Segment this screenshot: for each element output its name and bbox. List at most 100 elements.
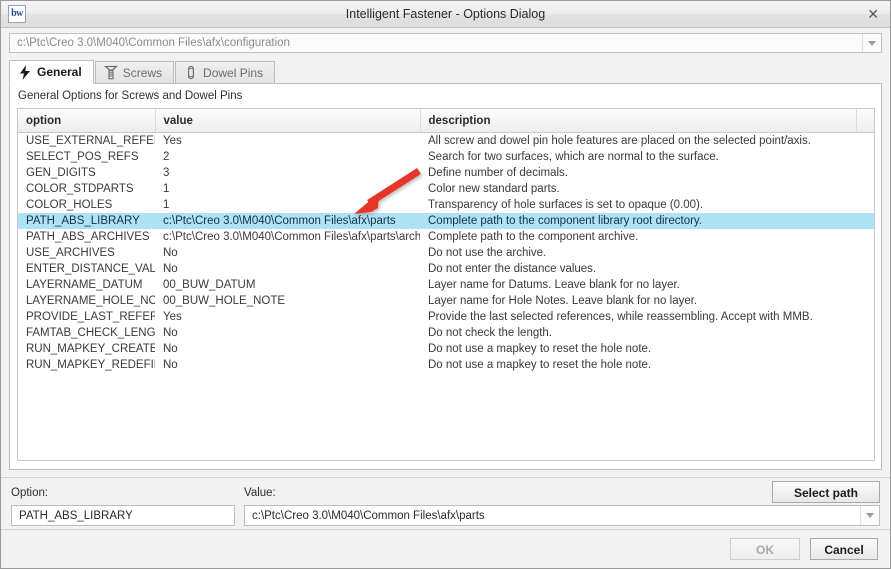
- cell-description: Layer name for Hole Notes. Leave blank f…: [428, 295, 698, 307]
- cell-option: GEN_DIGITS: [26, 167, 96, 179]
- cell-spacer: [856, 181, 874, 197]
- close-icon[interactable]: ✕: [867, 7, 879, 21]
- cell-description: Complete path to the component library r…: [420, 213, 856, 229]
- cell-description: All screw and dowel pin hole features ar…: [428, 135, 811, 147]
- options-table-container: option value description USE_EXTERNAL_RE…: [17, 108, 875, 461]
- select-path-button[interactable]: Select path: [772, 481, 880, 503]
- table-row[interactable]: PATH_ABS_ARCHIVES c:\Ptc\Creo 3.0\M040\Co…: [18, 229, 874, 245]
- cell-value: c:\Ptc\Creo 3.0\M040\Common Files\afx\pa…: [155, 213, 420, 229]
- cell-value: 2: [163, 151, 170, 163]
- cell-description: Provide the last selected references, wh…: [428, 311, 813, 323]
- column-header-spacer: [856, 109, 874, 133]
- tab-bar: General Screws Dowel Pins: [9, 59, 882, 84]
- tab-dowel-pins-label: Dowel Pins: [203, 65, 264, 80]
- column-header-description[interactable]: description: [420, 109, 857, 133]
- cell-spacer: [856, 213, 874, 229]
- table-header-row: option value description: [18, 109, 874, 133]
- cell-spacer: [856, 293, 874, 309]
- chevron-down-icon[interactable]: [862, 34, 881, 52]
- cell-value: No: [163, 263, 178, 275]
- cell-spacer: [856, 229, 874, 245]
- cell-spacer: [856, 149, 874, 165]
- cell-option: COLOR_STDPARTS: [26, 183, 134, 195]
- option-name-value: PATH_ABS_LIBRARY: [19, 509, 133, 522]
- cell-option: SELECT_POS_REFS: [26, 151, 139, 163]
- dialog-footer: OK Cancel: [1, 529, 890, 568]
- table-row[interactable]: GEN_DIGITS 3 Define number of decimals.: [18, 165, 874, 181]
- option-name-input[interactable]: PATH_ABS_LIBRARY: [11, 505, 235, 526]
- cell-description: Define number of decimals.: [428, 167, 568, 179]
- cancel-button[interactable]: Cancel: [810, 538, 878, 560]
- cell-description: Transparency of hole surfaces is set to …: [428, 199, 704, 211]
- cell-description: Color new standard parts.: [428, 183, 560, 195]
- table-row[interactable]: RUN_MAPKEY_CREATE No Do not use a mapkey t…: [18, 341, 874, 357]
- cell-value: c:\Ptc\Creo 3.0\M040\Common Files\afx\pa…: [163, 231, 420, 243]
- configuration-path-combo[interactable]: c:\Ptc\Creo 3.0\M040\Common Files\afx\co…: [9, 33, 882, 53]
- screw-icon: [103, 65, 118, 80]
- lightning-bolt-icon: [18, 64, 32, 80]
- form-field-row: PATH_ABS_LIBRARY c:\Ptc\Creo 3.0\M040\Co…: [11, 505, 880, 526]
- cell-spacer: [856, 197, 874, 213]
- cell-value: Yes: [163, 311, 182, 323]
- tab-general[interactable]: General: [9, 60, 94, 84]
- path-bar-container: c:\Ptc\Creo 3.0\M040\Common Files\afx\co…: [1, 28, 890, 56]
- window-title: Intelligent Fastener - Options Dialog: [345, 7, 546, 21]
- cell-description: Do not enter the distance values.: [428, 263, 597, 275]
- dowel-pin-icon: [184, 65, 198, 80]
- cell-spacer: [856, 309, 874, 325]
- tab-general-label: General: [37, 65, 82, 79]
- option-value-combo[interactable]: c:\Ptc\Creo 3.0\M040\Common Files\afx\pa…: [244, 505, 880, 526]
- table-row[interactable]: USE_ARCHIVES No Do not use the archive.: [18, 245, 874, 261]
- cell-value: 1: [163, 199, 170, 211]
- cell-option: LAYERNAME_DATUM: [26, 279, 143, 291]
- cell-option: USE_ARCHIVES: [26, 247, 115, 259]
- cell-value: No: [163, 359, 178, 371]
- cell-value: 00_BUW_HOLE_NOTE: [163, 295, 286, 307]
- cell-description: Search for two surfaces, which are norma…: [428, 151, 719, 163]
- cell-description: Do not use a mapkey to reset the hole no…: [428, 359, 652, 371]
- chevron-down-icon[interactable]: [860, 506, 879, 525]
- cell-value: 00_BUW_DATUM: [163, 279, 256, 291]
- cell-spacer: [856, 341, 874, 357]
- table-row[interactable]: SELECT_POS_REFS 2 Search for two surfaces,…: [18, 149, 874, 165]
- general-options-panel: General Options for Screws and Dowel Pin…: [9, 84, 882, 470]
- cell-description: Do not use a mapkey to reset the hole no…: [428, 343, 652, 355]
- configuration-path-value: c:\Ptc\Creo 3.0\M040\Common Files\afx\co…: [17, 37, 290, 49]
- tab-screws[interactable]: Screws: [94, 61, 175, 83]
- cell-spacer: [856, 325, 874, 341]
- table-row[interactable]: PATH_ABS_LIBRARY c:\Ptc\Creo 3.0\M040\Com…: [18, 213, 874, 229]
- tab-dowel-pins[interactable]: Dowel Pins: [175, 61, 276, 83]
- table-row[interactable]: LAYERNAME_DATUM 00_BUW_DATUM Layer name fo…: [18, 277, 874, 293]
- table-row[interactable]: FAMTAB_CHECK_LENGTH No Do not check the le…: [18, 325, 874, 341]
- cell-spacer: [856, 165, 874, 181]
- panel-caption: General Options for Screws and Dowel Pin…: [18, 90, 243, 102]
- option-editor-bar: Option: Value: Select path PATH_ABS_LIBR…: [1, 477, 890, 535]
- cell-description: Do not use the archive.: [428, 247, 547, 259]
- table-row[interactable]: USE_EXTERNAL_REFERE... Yes All screw and d…: [18, 133, 874, 150]
- cell-description: Complete path to the component archive.: [428, 231, 639, 243]
- column-header-option[interactable]: option: [18, 109, 156, 133]
- ok-button[interactable]: OK: [730, 538, 800, 560]
- cell-value: 3: [163, 167, 170, 179]
- app-logo-icon: bw: [8, 5, 26, 23]
- table-row[interactable]: COLOR_STDPARTS 1 Color new standard parts.: [18, 181, 874, 197]
- options-dialog-window: bw Intelligent Fastener - Options Dialog…: [0, 0, 891, 569]
- tab-screws-label: Screws: [122, 65, 163, 80]
- table-row[interactable]: COLOR_HOLES 1 Transparency of hole surface…: [18, 197, 874, 213]
- table-row[interactable]: PROVIDE_LAST_REFERE... Yes Provide the las…: [18, 309, 874, 325]
- table-row[interactable]: ENTER_DISTANCE_VALU... No Do not enter the…: [18, 261, 874, 277]
- column-header-value[interactable]: value: [155, 109, 421, 133]
- cell-spacer: [856, 261, 874, 277]
- table-row[interactable]: RUN_MAPKEY_REDEFINE No Do not use a mapkey…: [18, 357, 874, 373]
- cell-option: RUN_MAPKEY_CREATE: [26, 343, 155, 355]
- options-table-body: USE_EXTERNAL_REFERE... Yes All screw and d…: [18, 133, 874, 374]
- cell-value: No: [163, 247, 178, 259]
- cell-option: LAYERNAME_HOLE_NOTE: [26, 295, 155, 307]
- cell-value: Yes: [163, 135, 182, 147]
- table-row[interactable]: LAYERNAME_HOLE_NOTE 00_BUW_HOLE_NOTE Layer…: [18, 293, 874, 309]
- cell-option: PATH_ABS_ARCHIVES: [26, 231, 150, 243]
- cell-spacer: [856, 357, 874, 373]
- cell-spacer: [856, 277, 874, 293]
- option-label: Option:: [11, 487, 49, 499]
- option-value-text: c:\Ptc\Creo 3.0\M040\Common Files\afx\pa…: [252, 509, 485, 522]
